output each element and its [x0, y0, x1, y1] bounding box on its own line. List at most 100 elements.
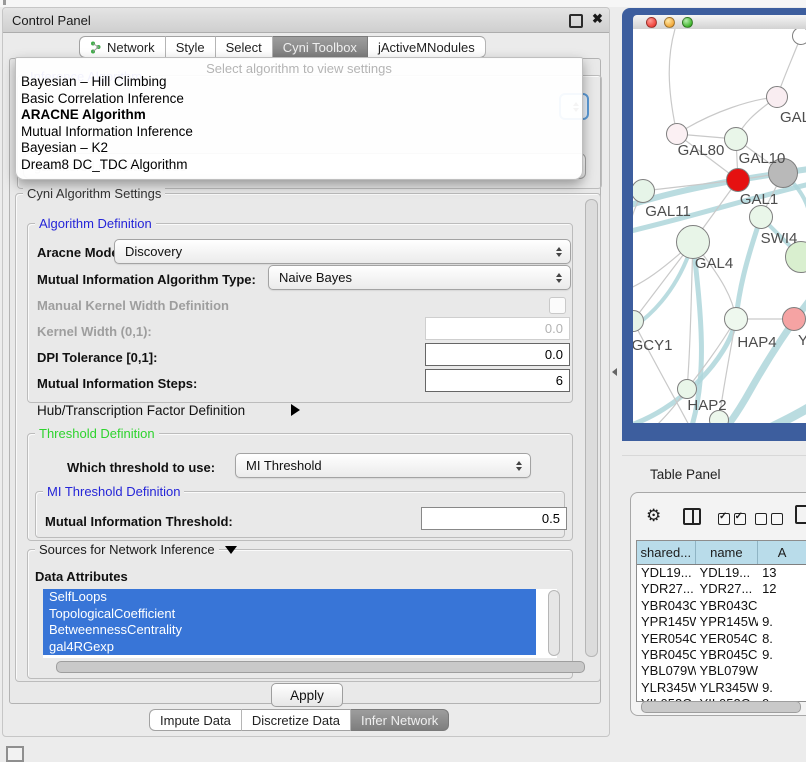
kernel-width-field[interactable] — [425, 317, 570, 340]
expand-arrow-icon[interactable] — [291, 404, 300, 416]
table-row[interactable]: YBR043CYBR043C — [637, 598, 806, 614]
which-threshold-label: Which threshold to use: — [67, 460, 215, 475]
network-node-gal10[interactable] — [724, 127, 748, 151]
table-cell: YDR27... — [637, 581, 696, 597]
float-window-icon[interactable] — [569, 14, 583, 28]
network-node-hap2[interactable] — [677, 379, 697, 399]
node-label-gal1: GAL1 — [740, 191, 778, 208]
algorithm-option-bayesian-hill-climbing[interactable]: Bayesian – Hill Climbing — [16, 74, 582, 91]
minimize-traffic-light-icon[interactable] — [664, 17, 675, 28]
cyni-bottom-tabs: Impute Data Discretize Data Infer Network — [149, 709, 449, 731]
tab-jactivemnodules[interactable]: jActiveMNodules — [368, 36, 486, 58]
column-header-shared[interactable]: shared... — [637, 541, 696, 564]
panel-splitter-arrow[interactable] — [612, 368, 617, 376]
table-body: YDL19...YDL19...13YDR27...YDR27...12YBR0… — [637, 565, 806, 702]
mi-threshold-field[interactable] — [421, 507, 567, 530]
combo-arrows-icon — [556, 273, 562, 283]
table-header-row: shared...nameA — [637, 541, 806, 565]
algorithm-option-basic-correlation-inference[interactable]: Basic Correlation Inference — [16, 91, 582, 108]
network-node[interactable] — [792, 29, 806, 45]
popup-prompt: Select algorithm to view settings — [16, 61, 582, 74]
close-traffic-light-icon[interactable] — [646, 17, 657, 28]
aracne-mode-combo[interactable]: Discovery — [114, 239, 571, 264]
mi-steps-label: Mutual Information Steps: — [37, 376, 197, 391]
table-cell: YBR045C — [637, 647, 696, 663]
attribute-item-betweennesscentrality[interactable]: BetweennessCentrality — [43, 622, 536, 639]
select-all-icon[interactable] — [718, 513, 746, 528]
tab-label: Cyni Toolbox — [283, 40, 357, 55]
bottom-tab-discretize-data[interactable]: Discretize Data — [242, 709, 351, 731]
settings-horizontal-scrollbar[interactable] — [56, 661, 585, 673]
table-cell: YBR045C — [696, 647, 759, 663]
table-row[interactable]: YBR045CYBR045C9. — [637, 647, 806, 663]
table-row[interactable]: YPR145WYPR145W9. — [637, 614, 806, 630]
attribute-item-selfloops[interactable]: SelfLoops — [43, 589, 536, 606]
export-table-icon[interactable] — [795, 505, 806, 524]
network-node-y[interactable] — [782, 307, 806, 331]
network-node-gal7[interactable] — [766, 86, 788, 108]
bottom-tab-infer-network[interactable]: Infer Network — [351, 709, 449, 731]
list-scrollbar[interactable] — [548, 590, 560, 656]
table-horizontal-scrollbar[interactable] — [641, 701, 801, 713]
table-row[interactable]: YLR345WYLR345W9. — [637, 680, 806, 696]
mi-algorithm-type-label: Mutual Information Algorithm Type: — [37, 272, 256, 287]
docked-panel-icon[interactable] — [6, 746, 24, 762]
node-attribute-table: shared...nameA YDL19...YDL19...13YDR27..… — [636, 540, 806, 702]
table-cell: YDL19... — [637, 565, 696, 581]
cyni-algorithm-settings-title: Cyni Algorithm Settings — [23, 186, 165, 201]
node-label-gal10: GAL10 — [739, 150, 786, 167]
control-panel-titlebar: Control Panel ✖ — [3, 8, 609, 33]
apply-button[interactable]: Apply — [271, 683, 343, 707]
network-node-swi4[interactable] — [749, 205, 773, 229]
table-cell: 12 — [758, 581, 806, 597]
network-node-gal4[interactable] — [676, 225, 710, 259]
settings-vertical-scrollbar[interactable] — [585, 199, 598, 657]
column-layout-icon[interactable] — [683, 508, 701, 525]
table-cell: 9. — [758, 647, 806, 663]
mi-steps-field[interactable] — [425, 369, 570, 392]
tab-label: jActiveMNodules — [378, 40, 475, 55]
settings-gear-icon[interactable]: ⚙ — [646, 506, 661, 526]
manual-kernel-width-label: Manual Kernel Width Definition — [37, 298, 229, 313]
dpi-tolerance-label: DPI Tolerance [0,1]: — [37, 350, 157, 365]
tab-network[interactable]: Network — [79, 36, 166, 58]
attribute-item-gal4rgexp[interactable]: gal4RGexp — [43, 639, 536, 656]
which-threshold-combo[interactable]: MI Threshold — [235, 453, 531, 478]
app-root: Control Panel ✖ Network StyleSelect Cyni T… — [0, 0, 806, 762]
network-node-hap4[interactable] — [724, 307, 748, 331]
bottom-tab-label: Discretize Data — [252, 713, 340, 728]
algorithm-option-mutual-information-inference[interactable]: Mutual Information Inference — [16, 124, 582, 141]
network-canvas[interactable]: GAL7GAL80GAL10GAL1GAL11SWI4GAL4GCY1HAP4Y… — [633, 29, 806, 423]
network-node-gal1[interactable] — [726, 168, 750, 192]
table-row[interactable]: YDR27...YDR27...12 — [637, 581, 806, 597]
algorithm-option-dream8-dc-tdc-algorithm[interactable]: Dream8 DC_TDC Algorithm — [16, 157, 582, 174]
deselect-all-icon[interactable] — [755, 513, 783, 528]
table-cell: YLR345W — [637, 680, 696, 696]
node-label-y: Y — [798, 332, 806, 349]
network-window-titlebar[interactable] — [633, 15, 806, 30]
bottom-tab-impute-data[interactable]: Impute Data — [149, 709, 242, 731]
tab-label: Network — [107, 40, 155, 55]
dpi-tolerance-field[interactable] — [425, 343, 570, 366]
column-header-name[interactable]: name — [696, 541, 759, 564]
close-icon[interactable]: ✖ — [592, 11, 603, 27]
table-row[interactable]: YBL079WYBL079W — [637, 663, 806, 679]
algorithm-dropdown-popup: Select algorithm to view settings Bayesi… — [15, 57, 583, 180]
tab-style[interactable]: Style — [166, 36, 216, 58]
manual-kernel-width-checkbox[interactable] — [549, 297, 566, 314]
table-cell: 13 — [758, 565, 806, 581]
mi-algorithm-type-combo[interactable]: Naive Bayes — [268, 265, 571, 290]
zoom-traffic-light-icon[interactable] — [682, 17, 693, 28]
table-row[interactable]: YER054CYER054C8. — [637, 631, 806, 647]
tab-select[interactable]: Select — [216, 36, 273, 58]
table-row[interactable]: YDL19...YDL19...13 — [637, 565, 806, 581]
collapse-arrow-icon[interactable] — [225, 546, 237, 554]
algorithm-option-bayesian-k2[interactable]: Bayesian – K2 — [16, 140, 582, 157]
attribute-item-topologicalcoefficient[interactable]: TopologicalCoefficient — [43, 606, 536, 623]
algorithm-option-aracne-algorithm[interactable]: ARACNE Algorithm — [16, 107, 582, 124]
combo-arrows-icon — [556, 247, 562, 257]
column-header-a[interactable]: A — [758, 541, 806, 564]
table-cell: YPR145W — [637, 614, 696, 630]
node-label-gal4: GAL4 — [695, 255, 733, 272]
tab-cyni-toolbox[interactable]: Cyni Toolbox — [273, 36, 368, 58]
